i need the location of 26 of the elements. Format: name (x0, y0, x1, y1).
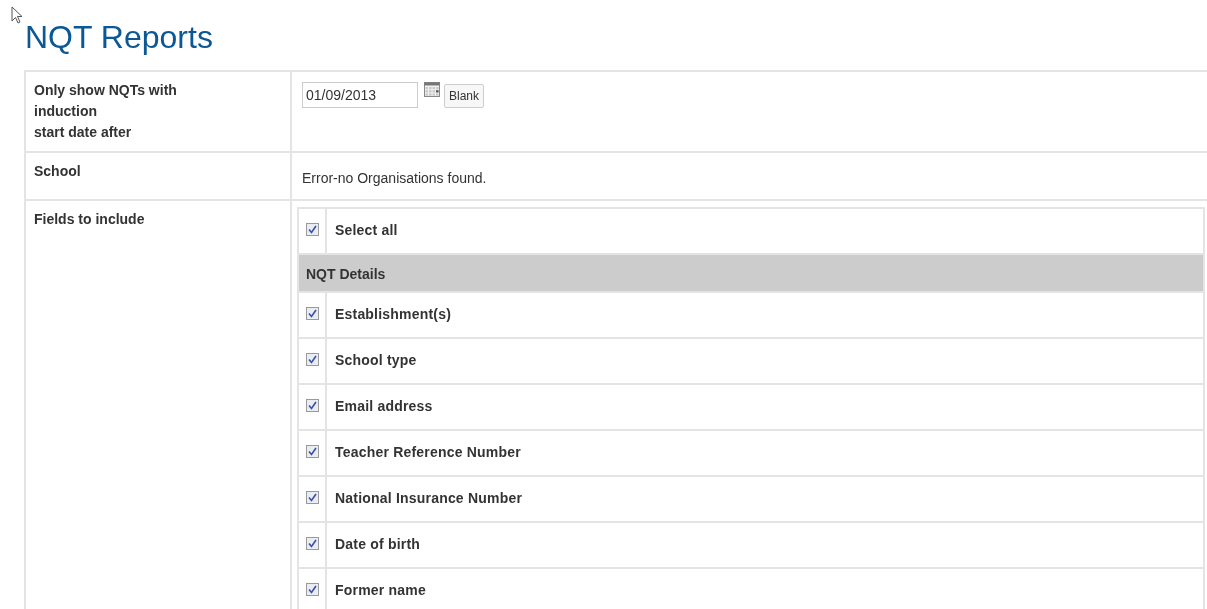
field-label: Date of birth (335, 536, 421, 552)
checkbox[interactable] (305, 583, 319, 596)
cursor-icon (11, 6, 23, 24)
field-label: School type (335, 352, 417, 368)
date-field[interactable]: 01/09/2013 (302, 82, 418, 108)
checkbox[interactable] (305, 445, 319, 458)
field-label: Email address (335, 398, 433, 414)
filter-label: Only show NQTs with induction start date after (34, 81, 177, 142)
blank-button[interactable]: Blank (444, 84, 485, 108)
field-label: Select all (335, 222, 398, 238)
page-title: NQT Reports (25, 18, 214, 56)
field-label: Establishment(s) (335, 306, 451, 322)
field-label: Teacher Reference Number (335, 444, 521, 460)
filter-label: Fields to include (34, 210, 145, 229)
checkbox[interactable] (305, 399, 319, 412)
checkbox[interactable] (305, 223, 319, 236)
field-label: National Insurance Number (335, 490, 523, 506)
calendar-icon[interactable] (424, 82, 440, 97)
filter-label: School (34, 162, 81, 181)
checkbox[interactable] (305, 307, 319, 320)
field-label: Former name (335, 582, 426, 598)
checkbox[interactable] (305, 537, 319, 550)
error-message: Error-no Organisations found. (302, 169, 487, 188)
checkbox[interactable] (305, 353, 319, 366)
checkbox[interactable] (305, 491, 319, 504)
group-heading: NQT Details (306, 266, 386, 282)
